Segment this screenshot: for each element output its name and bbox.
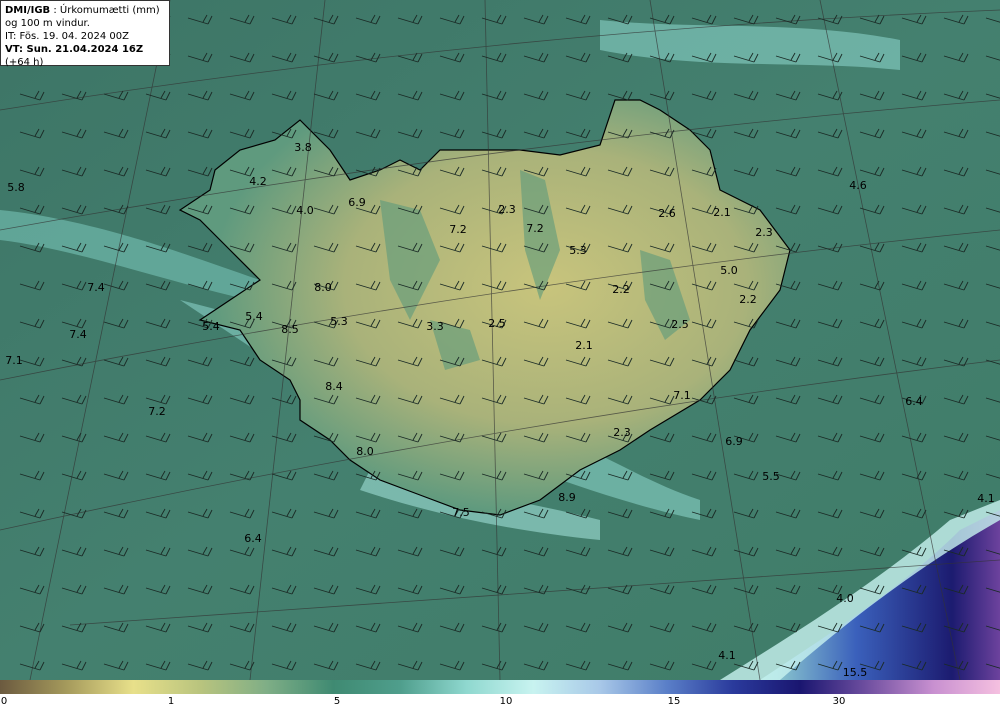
precip-value-label: 4.1 (977, 492, 995, 505)
precipitation-map: 3.8 4.2 5.8 4.0 6.9 7.2 2.3 7.2 2.6 2.1 4.6 2.3 5.3 5… (0, 0, 1000, 680)
precip-value-label: 7.2 (526, 222, 544, 235)
precip-value-label: 15.5 (843, 666, 868, 679)
precip-value-label: 5.4 (202, 320, 220, 333)
precip-value-label: 7.1 (5, 354, 23, 367)
precip-value-label: 7.4 (87, 281, 105, 294)
precip-value-label: 6.4 (244, 532, 262, 545)
colorbar-tick-label: 15 (667, 696, 681, 707)
colorbar-tick-label: 5 (333, 696, 341, 707)
precip-value-label: 4.6 (849, 179, 867, 192)
colorbar-strip (0, 680, 1000, 694)
colorbar-tick-label: 0 (0, 696, 8, 707)
legend-valid-time: VT: Sun. 21.04.2024 16Z (5, 44, 144, 55)
precip-value-label: 2.1 (575, 339, 593, 352)
precip-value-label: 8.9 (558, 491, 576, 504)
precip-colorbar: 0 1 5 10 15 30 (0, 680, 1000, 709)
colorbar-tick-label: 30 (832, 696, 846, 707)
legend-source: DMI/IGB (5, 5, 51, 16)
precip-value-label: 7.2 (148, 405, 166, 418)
precip-value-label: 4.0 (296, 204, 314, 217)
legend-valid-suffix: (+64 h) (5, 57, 44, 68)
legend-line2: og 100 m vindur. (5, 18, 90, 29)
precip-value-label: 5.4 (245, 310, 263, 323)
precip-value-label: 3.3 (426, 320, 444, 333)
precip-value-label: 7.2 (449, 223, 467, 236)
precip-value-label: 5.5 (762, 470, 780, 483)
legend-variable: : Úrkomumætti (mm) (50, 5, 160, 16)
map-legend-box: DMI/IGB : Úrkomumætti (mm) og 100 m vind… (0, 0, 170, 68)
precip-value-label: 2.1 (713, 206, 731, 219)
legend-issue-time: IT: Fös. 19. 04. 2024 00Z (5, 31, 129, 42)
precip-value-label: 5.3 (330, 315, 348, 328)
precip-value-label: 2.3 (613, 426, 631, 439)
precip-value-label: 7.4 (69, 328, 87, 341)
precip-value-label: 8.5 (281, 323, 299, 336)
precip-value-label: 8.4 (325, 380, 343, 393)
precip-value-label: 7.5 (452, 506, 470, 519)
precip-value-label: 2.3 (498, 203, 516, 216)
precip-value-label: 5.0 (720, 264, 738, 277)
colorbar-tick-label: 1 (167, 696, 175, 707)
precip-value-label: 5.8 (7, 181, 25, 194)
precip-value-label: 6.4 (905, 395, 923, 408)
precip-value-label: 4.2 (249, 175, 267, 188)
precip-value-label: 5.3 (569, 244, 587, 257)
precip-value-label: 8.0 (314, 281, 332, 294)
colorbar-tick-label: 10 (499, 696, 513, 707)
precip-value-label: 2.2 (739, 293, 757, 306)
precip-value-label: 4.1 (718, 649, 736, 662)
precip-value-label: 3.8 (294, 141, 312, 154)
precip-value-label: 2.6 (658, 207, 676, 220)
precip-value-label: 2.3 (755, 226, 773, 239)
precip-value-label: 2.5 (488, 317, 506, 330)
precip-value-label: 8.0 (356, 445, 374, 458)
precip-value-label: 4.0 (836, 592, 854, 605)
precip-value-label: 6.9 (348, 196, 366, 209)
precip-value-label: 2.2 (612, 283, 630, 296)
precip-value-label: 6.9 (725, 435, 743, 448)
precip-value-label: 2.5 (671, 318, 689, 331)
precip-value-label: 7.1 (673, 389, 691, 402)
